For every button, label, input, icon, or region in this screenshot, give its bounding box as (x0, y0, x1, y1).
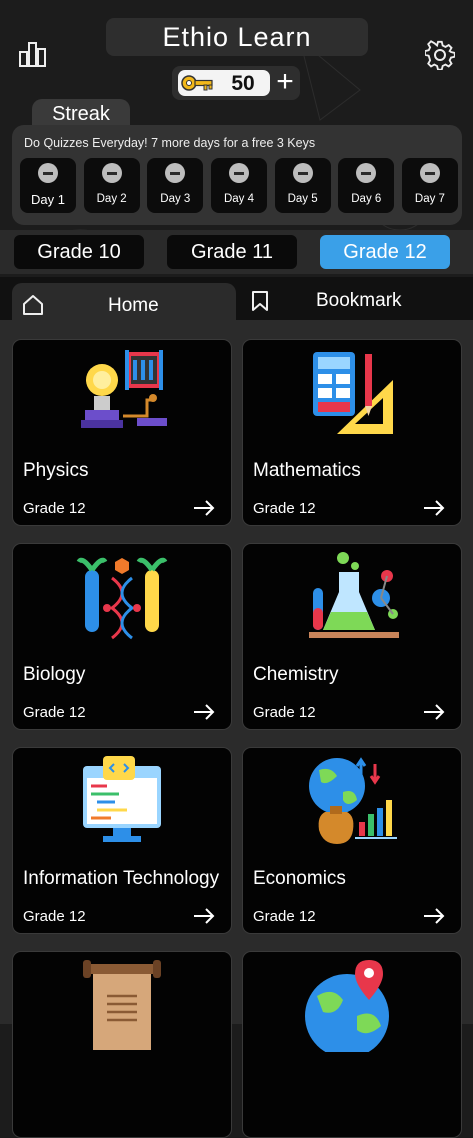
day-status-icon (419, 163, 440, 183)
arrow-right-icon[interactable] (423, 500, 445, 516)
add-keys-button[interactable]: + (273, 67, 297, 97)
day-status-icon (356, 163, 377, 183)
streak-day: Day 6 (338, 158, 395, 213)
chemistry-flask-icon (309, 552, 399, 638)
streak-days: Day 1 Day 2 Day 3 Day 4 Day 5 Day 6 Day … (20, 158, 458, 214)
subject-card-mathematics[interactable]: Mathematics Grade 12 (242, 339, 462, 526)
keys-counter: 50 + (172, 66, 300, 100)
tab-home[interactable]: Home (12, 283, 236, 323)
math-calculator-icon (313, 352, 393, 434)
grade-selector: Grade 10 Grade 11 Grade 12 (0, 230, 473, 274)
day-status-icon (38, 163, 58, 183)
streak-day: Day 5 (274, 158, 331, 213)
arrow-right-icon[interactable] (193, 500, 215, 516)
biology-dna-icon (76, 557, 168, 640)
grade-10-tab[interactable]: Grade 10 (14, 235, 144, 269)
streak-day: Day 1 (20, 158, 76, 213)
subjects-grid: Physics Grade 12 Mathematics Grade 12 Bi… (0, 320, 473, 1138)
subject-card-physics[interactable]: Physics Grade 12 (12, 339, 232, 526)
subject-name: Economics (253, 868, 346, 889)
day-status-icon (228, 163, 249, 183)
arrow-right-icon[interactable] (423, 908, 445, 924)
subject-name: Information Technology (23, 868, 220, 889)
day-label: Day 6 (351, 193, 382, 205)
home-icon (23, 295, 43, 315)
subject-grade: Grade 12 (253, 704, 316, 721)
subject-name: Mathematics (253, 460, 361, 481)
day-label: Day 1 (31, 192, 65, 207)
subject-grade: Grade 12 (23, 500, 86, 517)
subject-card-economics[interactable]: Economics Grade 12 (242, 747, 462, 934)
it-monitor-icon (83, 756, 161, 842)
subject-card-chemistry[interactable]: Chemistry Grade 12 (242, 543, 462, 730)
subject-grade: Grade 12 (253, 500, 316, 517)
subject-grade: Grade 12 (253, 908, 316, 925)
subject-name: Biology (23, 664, 86, 685)
subject-card-history[interactable] (12, 951, 232, 1138)
day-label: Day 7 (414, 193, 445, 205)
subject-name: Physics (23, 460, 89, 481)
arrow-right-icon[interactable] (193, 908, 215, 924)
keys-pill: 50 (178, 70, 270, 96)
streak-panel: Do Quizzes Everyday! 7 more days for a f… (12, 125, 462, 225)
physics-lightbulb-icon (81, 350, 167, 428)
key-icon (181, 75, 213, 91)
geography-globe-icon (305, 960, 389, 1052)
grade-12-tab[interactable]: Grade 12 (320, 235, 450, 269)
streak-day: Day 7 (401, 158, 458, 213)
tab-home-label: Home (108, 295, 159, 316)
subject-card-biology[interactable]: Biology Grade 12 (12, 543, 232, 730)
bookmark-icon[interactable] (250, 290, 270, 312)
day-status-icon (101, 163, 122, 183)
history-scroll-icon (83, 960, 161, 1050)
day-status-icon (165, 163, 186, 183)
streak-day: Day 4 (210, 158, 267, 213)
day-label: Day 5 (287, 193, 318, 205)
stats-icon[interactable] (18, 40, 48, 68)
subject-grade: Grade 12 (23, 908, 86, 925)
tab-bookmark[interactable]: Bookmark (316, 290, 402, 312)
gear-icon[interactable] (425, 40, 455, 70)
grade-11-tab[interactable]: Grade 11 (167, 235, 297, 269)
subject-grade: Grade 12 (23, 704, 86, 721)
keys-count: 50 (231, 72, 255, 95)
streak-day: Day 2 (83, 158, 140, 213)
app-title: Ethio Learn (106, 18, 368, 56)
top-bar: Ethio Learn 50 + (0, 0, 473, 100)
arrow-right-icon[interactable] (193, 704, 215, 720)
day-label: Day 3 (160, 193, 191, 205)
economics-globe-icon (309, 757, 397, 844)
day-label: Day 4 (223, 193, 254, 205)
day-status-icon (292, 163, 313, 183)
subject-card-geography[interactable] (242, 951, 462, 1138)
streak-message: Do Quizzes Everyday! 7 more days for a f… (24, 136, 316, 150)
day-label: Day 2 (96, 193, 127, 205)
section-nav: Home Bookmark (0, 277, 473, 323)
subject-name: Chemistry (253, 664, 339, 685)
subject-card-information-technology[interactable]: Information Technology Grade 12 (12, 747, 232, 934)
arrow-right-icon[interactable] (423, 704, 445, 720)
streak-day: Day 3 (147, 158, 204, 213)
